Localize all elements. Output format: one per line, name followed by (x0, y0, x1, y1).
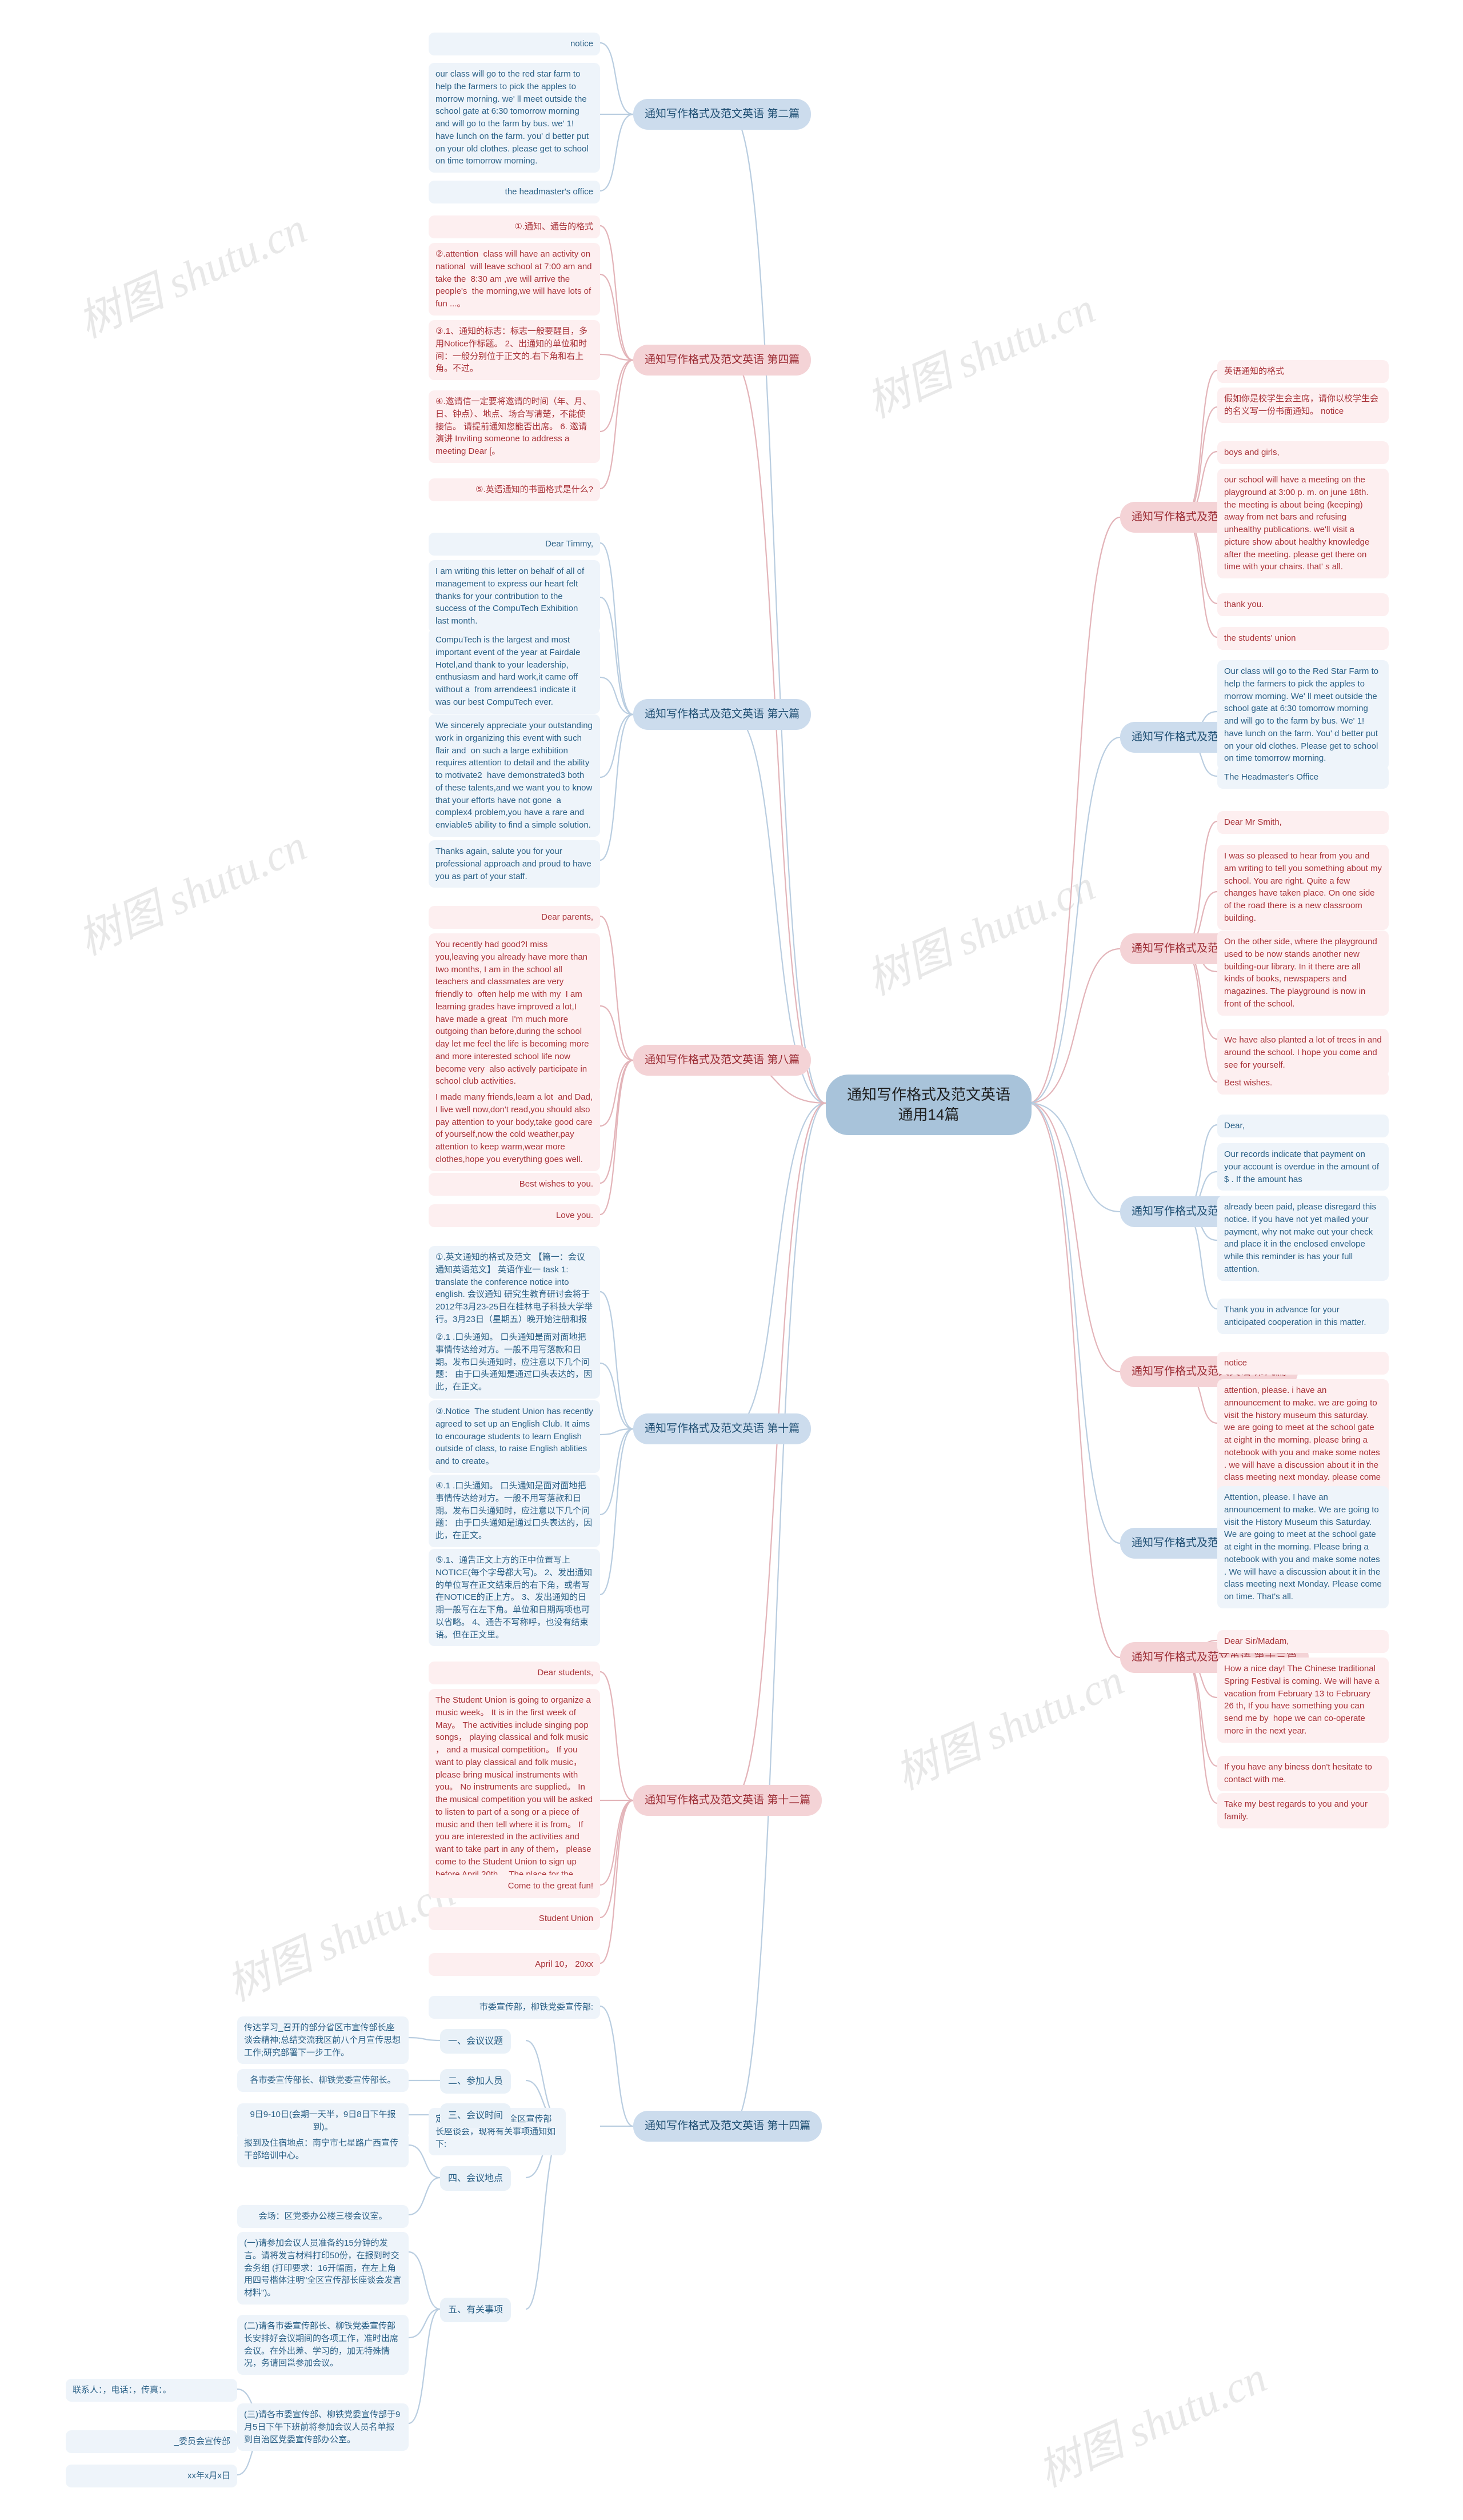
leaf-node[interactable]: ②.attention class will have an activity … (429, 243, 600, 316)
branch-node-2[interactable]: 通知写作格式及范文英语 第二篇 (633, 99, 812, 130)
watermark: 树图 shutu.cn (888, 1656, 1131, 1799)
leaf-node[interactable]: (一)请参加会议人员准备约15分钟的发言。请将发言材料打印50份，在报到时交会务… (237, 2232, 409, 2305)
leaf-node[interactable]: The Headmaster's Office (1217, 766, 1389, 789)
leaf-node[interactable]: attention, please. i have an announcemen… (1217, 1379, 1389, 1501)
sub-branch-participants[interactable]: 二、参加人员 (440, 2069, 511, 2094)
leaf-node[interactable]: Best wishes. (1217, 1072, 1389, 1095)
leaf-node[interactable]: already been paid, please disregard this… (1217, 1196, 1389, 1281)
leaf-node[interactable]: Dear parents, (429, 906, 600, 929)
sub-branch-related-matters[interactable]: 五、有关事项 (440, 2298, 511, 2323)
watermark: 树图 shutu.cn (71, 821, 314, 965)
leaf-node[interactable]: Take my best regards to you and your fam… (1217, 1793, 1389, 1828)
leaf-node[interactable]: thank you. (1217, 593, 1389, 616)
leaf-node[interactable]: Attention, please. I have an announcemen… (1217, 1486, 1389, 1608)
leaf-node[interactable]: Dear, (1217, 1115, 1389, 1137)
leaf-node[interactable]: Thank you in advance for your anticipate… (1217, 1299, 1389, 1334)
leaf-node[interactable]: How a nice day! The Chinese traditional … (1217, 1658, 1389, 1743)
sub-branch-meeting-time[interactable]: 三、会议时间 (440, 2103, 511, 2128)
leaf-node[interactable]: Best wishes to you. (429, 1173, 600, 1196)
branch-node-10[interactable]: 通知写作格式及范文英语 第十篇 (633, 1413, 812, 1444)
leaf-node[interactable]: Our records indicate that payment on you… (1217, 1143, 1389, 1191)
leaf-node[interactable]: We sincerely appreciate your outstanding… (429, 714, 600, 837)
leaf-node[interactable]: Thanks again, salute you for your profes… (429, 840, 600, 888)
watermark: 树图 shutu.cn (860, 861, 1102, 1005)
leaf-node[interactable]: I made many friends,learn a lot and Dad,… (429, 1086, 600, 1171)
leaf-node[interactable]: If you have any biness don't hesitate to… (1217, 1756, 1389, 1791)
branch-node-6[interactable]: 通知写作格式及范文英语 第六篇 (633, 699, 812, 730)
sub-branch-meeting-place[interactable]: 四、会议地点 (440, 2166, 511, 2191)
leaf-node[interactable]: I was so pleased to hear from you and am… (1217, 845, 1389, 930)
leaf-node[interactable]: notice (429, 33, 600, 55)
leaf-node[interactable]: Dear Timmy, (429, 533, 600, 556)
leaf-node[interactable]: CompuTech is the largest and most import… (429, 629, 600, 714)
leaf-node[interactable]: 市委宣传部，柳铁党委宣传部: (429, 1996, 600, 2019)
leaf-node[interactable]: (二)请各市委宣传部长、柳铁党委宣传部长安排好会议期间的各项工作，准时出席会议。… (237, 2315, 409, 2375)
sub-branch-meeting-topic[interactable]: 一、会议议题 (440, 2029, 511, 2054)
contact-info-node[interactable]: 联系人：，电话：，传真：。 (66, 2379, 237, 2402)
leaf-node[interactable]: ④.邀请信一定要将邀请的时间（年、月、日、钟点）、地点、场合写清楚，不能使接信。… (429, 390, 600, 463)
leaf-node[interactable]: ②.1 .口头通知。 口头通知是面对面地把事情传达给对方。一般不用写落款和日期。… (429, 1326, 600, 1399)
branch-node-8[interactable]: 通知写作格式及范文英语 第八篇 (633, 1045, 812, 1076)
leaf-node[interactable]: Love you. (429, 1204, 600, 1227)
leaf-node[interactable]: ⑤.1、通告正文上方的正中位置写上NOTICE(每个字母都大写)。 2、发出通知… (429, 1549, 600, 1647)
leaf-node[interactable]: Student Union (429, 1907, 600, 1930)
leaf-node[interactable]: Dear students, (429, 1662, 600, 1684)
branch-node-4[interactable]: 通知写作格式及范文英语 第四篇 (633, 345, 812, 376)
leaf-node[interactable]: ④.1 .口头通知。 口头通知是面对面地把事情传达给对方。一般不用写落款和日期。… (429, 1475, 600, 1547)
watermark: 树图 shutu.cn (219, 1867, 462, 2011)
leaf-node[interactable]: The Student Union is going to organize a… (429, 1689, 600, 1898)
date-node[interactable]: xx年x月x日 (66, 2465, 237, 2487)
branch-node-12[interactable]: 通知写作格式及范文英语 第十二篇 (633, 1785, 822, 1816)
leaf-node[interactable]: (三)请各市委宣传部、柳铁党委宣传部于9月5日下午下班前将参加会议人员名单报到自… (237, 2403, 409, 2451)
leaf-node[interactable]: 会场：区党委办公楼三楼会议室。 (237, 2205, 409, 2228)
leaf-node[interactable]: I am writing this letter on behalf of al… (429, 560, 600, 633)
leaf-node[interactable]: April 10， 20xx (429, 1953, 600, 1976)
root-node[interactable]: 通知写作格式及范文英语通用14篇 (826, 1075, 1032, 1136)
leaf-node[interactable]: ①.通知、通告的格式 (429, 215, 600, 238)
leaf-node[interactable]: boys and girls, (1217, 441, 1389, 464)
branch-node-14[interactable]: 通知写作格式及范文英语 第十四篇 (633, 2111, 822, 2142)
leaf-node[interactable]: We have also planted a lot of trees in a… (1217, 1029, 1389, 1077)
leaf-node[interactable]: 英语通知的格式 (1217, 360, 1389, 383)
watermark: 树图 shutu.cn (1031, 2353, 1274, 2497)
leaf-node[interactable]: Dear Sir/Madam, (1217, 1630, 1389, 1653)
leaf-node[interactable]: our school will have a meeting on the pl… (1217, 469, 1389, 578)
leaf-node[interactable]: ③.Notice The student Union has recently … (429, 1400, 600, 1473)
department-node[interactable]: _委员会宣传部 (66, 2430, 237, 2453)
leaf-node[interactable]: 各市委宣传部长、柳铁党委宣传部长。 (237, 2069, 409, 2092)
leaf-node[interactable]: ③.1、通知的标志：标志一般要醒目，多用Notice作标题。 2、出通知的单位和… (429, 320, 600, 380)
watermark: 树图 shutu.cn (860, 284, 1102, 428)
leaf-node[interactable]: ⑤.英语通知的书面格式是什么? (429, 478, 600, 501)
watermark: 树图 shutu.cn (71, 204, 314, 348)
leaf-node[interactable]: On the other side, where the playground … (1217, 930, 1389, 1016)
leaf-node[interactable]: Come to the great fun! (429, 1875, 600, 1898)
leaf-node[interactable]: 假如你是校学生会主席，请你以校学生会的名义写一份书面通知。 notice (1217, 388, 1389, 423)
leaf-node[interactable]: our class will go to the red star farm t… (429, 63, 600, 173)
leaf-node[interactable]: 传达学习_召开的部分省区市宣传部长座谈会精神;总结交流我区前八个月宣传思想工作;… (237, 2016, 409, 2064)
leaf-node[interactable]: the students' union (1217, 627, 1389, 650)
leaf-node[interactable]: notice (1217, 1352, 1389, 1375)
mindmap-canvas: 树图 shutu.cn 树图 shutu.cn 树图 shutu.cn 树图 s… (0, 0, 1463, 2520)
leaf-node[interactable]: 报到及住宿地点：南宁市七星路广西宣传干部培训中心。 (237, 2132, 409, 2167)
leaf-node[interactable]: the headmaster's office (429, 181, 600, 203)
leaf-node[interactable]: Dear Mr Smith, (1217, 811, 1389, 834)
leaf-node[interactable]: Our class will go to the Red Star Farm t… (1217, 660, 1389, 770)
leaf-node[interactable]: You recently had good?I miss you,leaving… (429, 933, 600, 1093)
